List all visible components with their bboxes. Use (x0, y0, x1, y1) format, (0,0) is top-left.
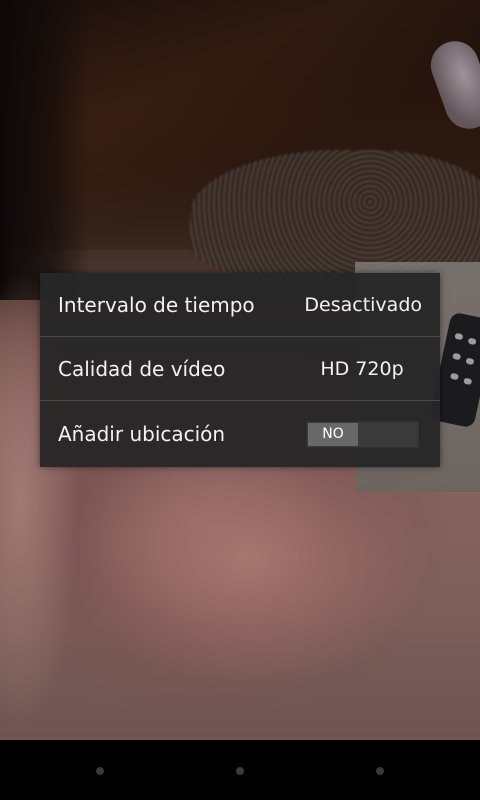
remote-button (449, 372, 460, 381)
setting-add-location: Añadir ubicación NO (40, 401, 440, 467)
viewfinder-rug (190, 150, 480, 280)
location-toggle[interactable]: NO (306, 420, 419, 448)
remote-button (465, 357, 475, 366)
navigation-bar (0, 740, 480, 800)
camera-settings-popup: Intervalo de tiempo Desactivado Calidad … (40, 273, 440, 467)
setting-video-quality[interactable]: Calidad de vídeo HD 720p (40, 337, 440, 401)
camera-screen: Intervalo de tiempo Desactivado Calidad … (0, 0, 480, 800)
setting-value: HD 720p (320, 357, 404, 380)
setting-value: Desactivado (304, 293, 422, 316)
viewfinder-shadow (0, 0, 90, 300)
back-icon[interactable] (96, 767, 104, 775)
remote-button (463, 377, 473, 386)
toggle-state-label: NO (308, 422, 358, 446)
setting-label: Añadir ubicación (58, 422, 226, 446)
remote-button (452, 352, 462, 361)
recent-apps-icon[interactable] (376, 767, 384, 775)
home-icon[interactable] (236, 767, 244, 775)
remote-button (467, 337, 477, 346)
setting-label: Intervalo de tiempo (58, 292, 255, 317)
setting-label: Calidad de vídeo (58, 356, 226, 381)
setting-time-interval[interactable]: Intervalo de tiempo Desactivado (40, 273, 440, 337)
remote-button (454, 332, 464, 341)
